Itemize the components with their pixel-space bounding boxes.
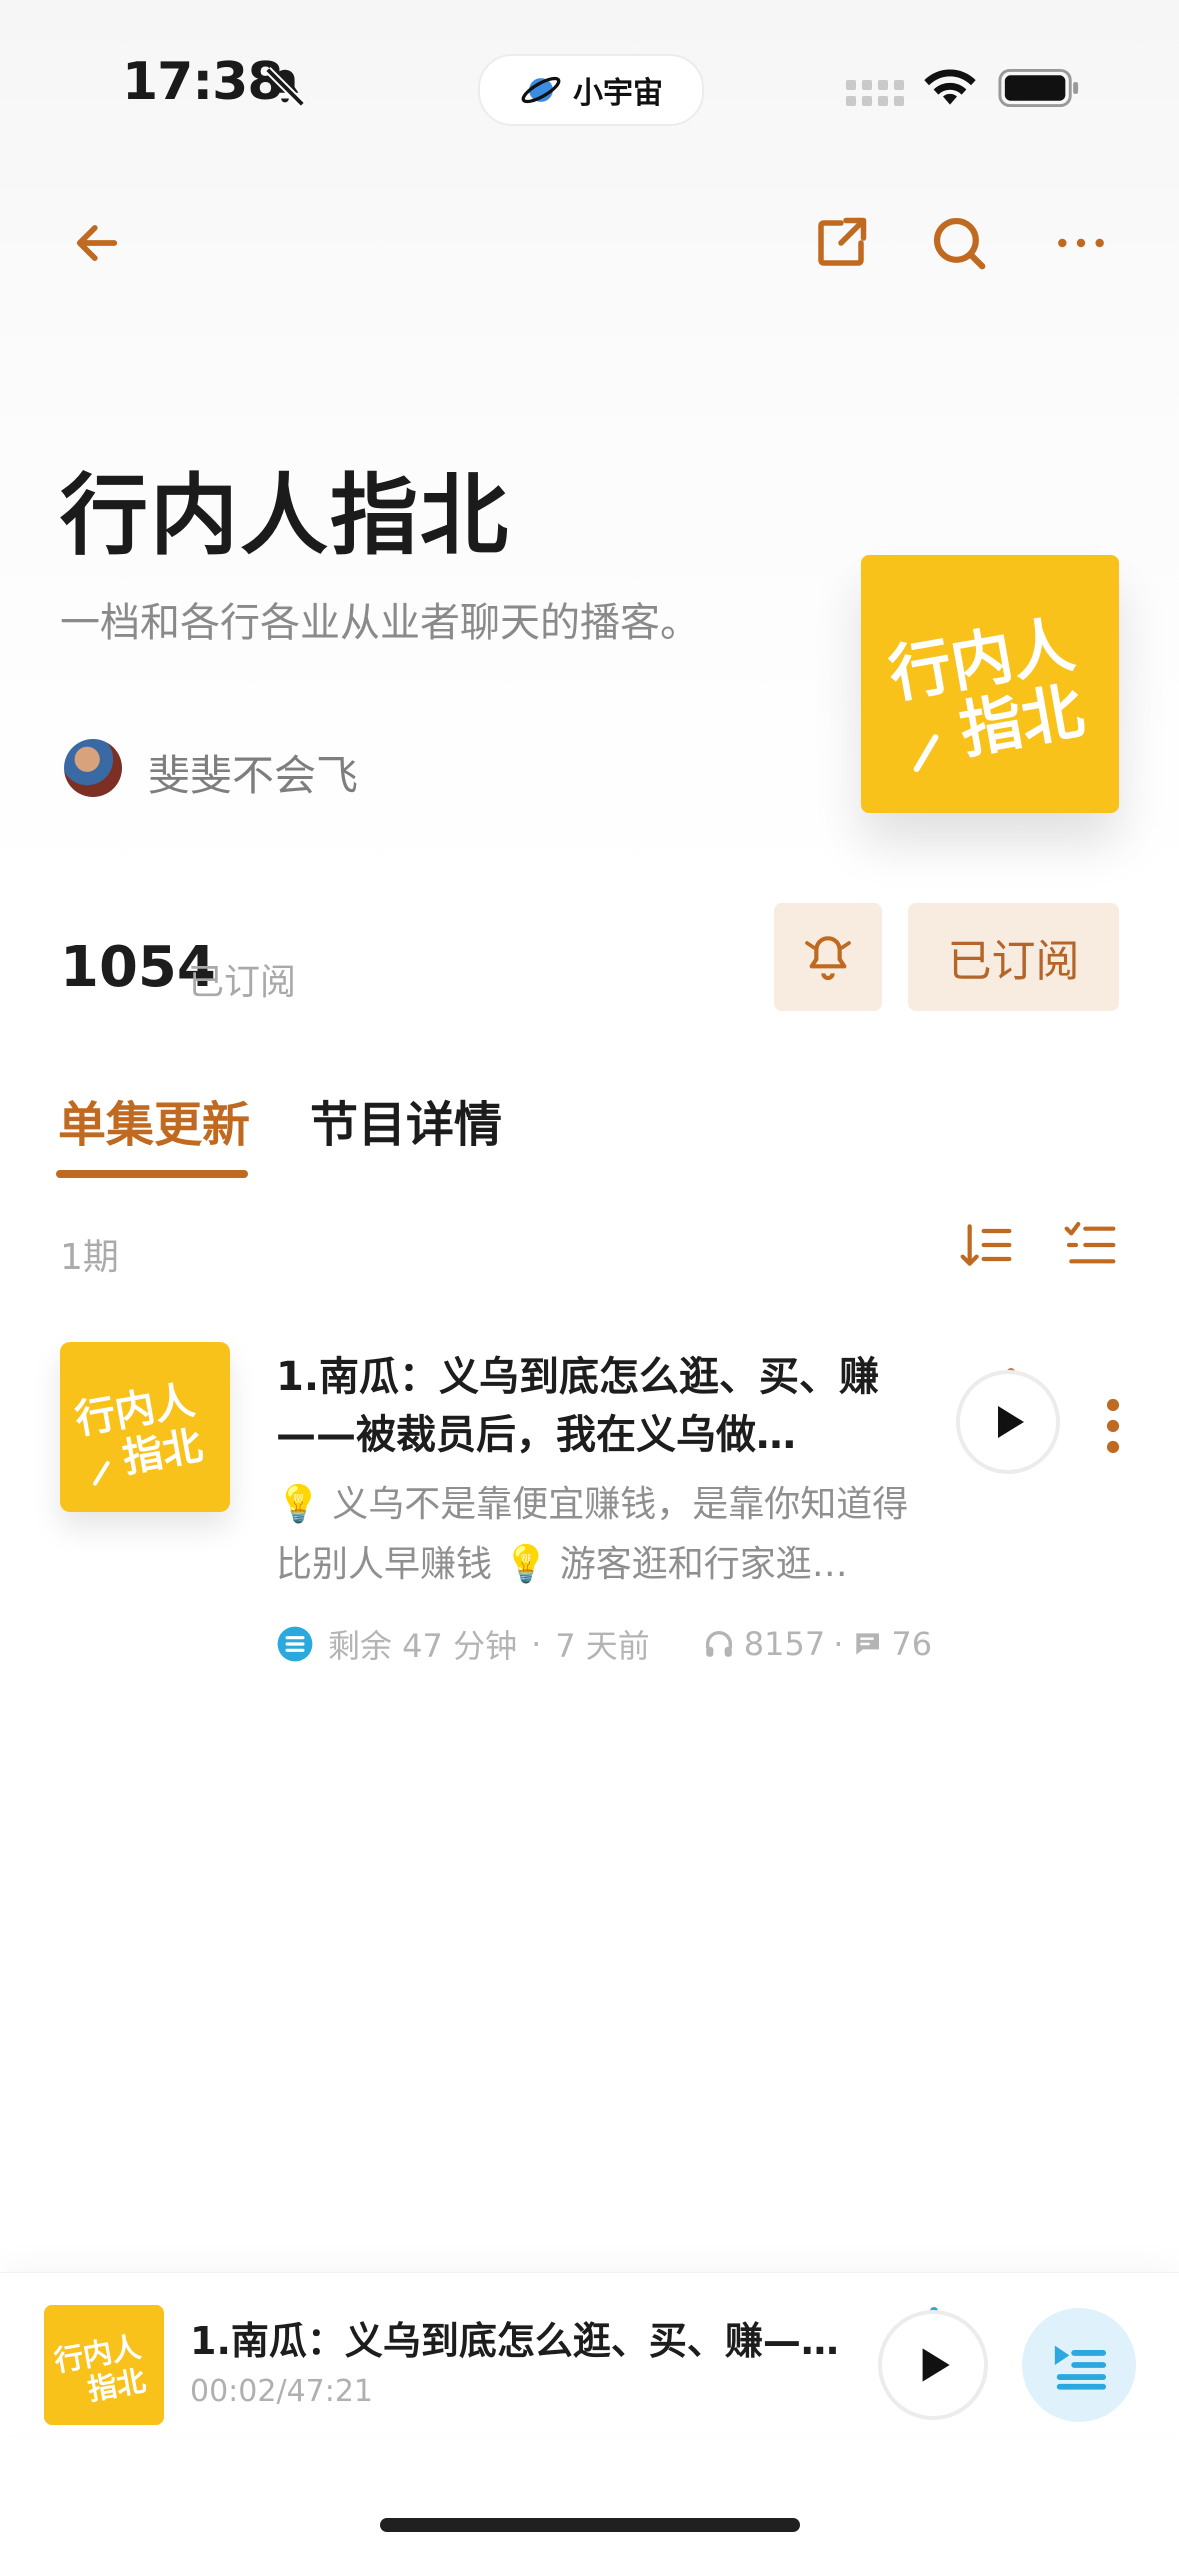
episode-count: 1期 [60,1237,119,1278]
share-button[interactable] [806,208,876,278]
more-horizontal-icon [1058,238,1104,248]
podcast-title: 行内人指北 [60,464,511,567]
player-title[interactable]: 1.南瓜：义乌到底怎么逛、买、赚—… [190,2310,850,2365]
play-icon [998,1406,1024,1438]
episode-cover[interactable]: 行内人 指北 [60,1342,230,1512]
home-indicator[interactable] [380,2518,800,2532]
meta-separator: · [531,1625,542,1663]
more-button[interactable] [1046,208,1116,278]
bell-icon [805,936,851,981]
tab-episodes[interactable]: 单集更新 [58,1085,250,1155]
search-button[interactable] [924,208,994,278]
sort-icon[interactable] [958,1215,1014,1275]
episode-published: 7 天前 [555,1627,650,1665]
back-button[interactable] [62,208,132,278]
player-play-button[interactable] [878,2310,988,2420]
episode-description: 💡 义乌不是靠便宜赚钱，是靠你知道得比别人早赚钱 💡 游客逛和行家逛… [276,1484,909,1585]
play-icon [922,2348,950,2382]
episode-remaining: 剩余 47 分钟 [328,1627,518,1665]
mini-app-label: 小宇宙 [573,76,663,111]
filter-list-icon[interactable] [1062,1215,1118,1275]
episode-more-icon[interactable] [1102,1398,1124,1454]
share-icon [818,217,867,266]
transcript-icon [277,1626,313,1662]
tab-details[interactable]: 节目详情 [310,1085,502,1155]
subscribed-button[interactable]: 已订阅 [908,903,1119,1011]
search-icon [933,217,986,270]
episode-plays: 8157 [743,1625,826,1663]
planet-icon [521,76,561,104]
player-cover[interactable]: 行内人 指北 [44,2305,164,2425]
episode-comments: 76 [891,1625,933,1663]
arrow-left-icon [76,225,118,261]
player-time: 00:02/47:21 [190,2374,374,2409]
playlist-icon [1054,2345,1107,2390]
author-avatar[interactable] [64,739,122,797]
signal-icon [846,80,904,106]
headphones-icon [705,1631,732,1657]
battery-icon [998,68,1079,108]
meta-separator-2: · [833,1625,844,1663]
episode-title[interactable]: 1.南瓜：义乌到底怎么逛、买、赚——被裁员后，我在义乌做… [276,1348,916,1464]
tab-active-indicator [56,1170,248,1178]
podcast-description: 一档和各行各业从业者聊天的播客。 [60,600,700,646]
author-name[interactable]: 斐斐不会飞 [148,742,358,803]
wifi-icon [924,69,976,105]
comment-icon [855,1633,880,1655]
subscriber-label: 已订阅 [188,962,297,1003]
status-time: 17:38 [122,52,284,112]
bell-muted-icon [265,67,305,107]
mini-app-pill[interactable]: 小宇宙 [478,54,704,126]
podcast-cover[interactable]: 行内人 指北 [861,555,1119,813]
episode-meta: 剩余 47 分钟 · 7 天前 8157 · 76 [276,1621,932,1667]
notify-button[interactable] [774,903,882,1011]
episode-play-button[interactable] [956,1370,1060,1474]
playlist-button[interactable] [1022,2308,1136,2422]
